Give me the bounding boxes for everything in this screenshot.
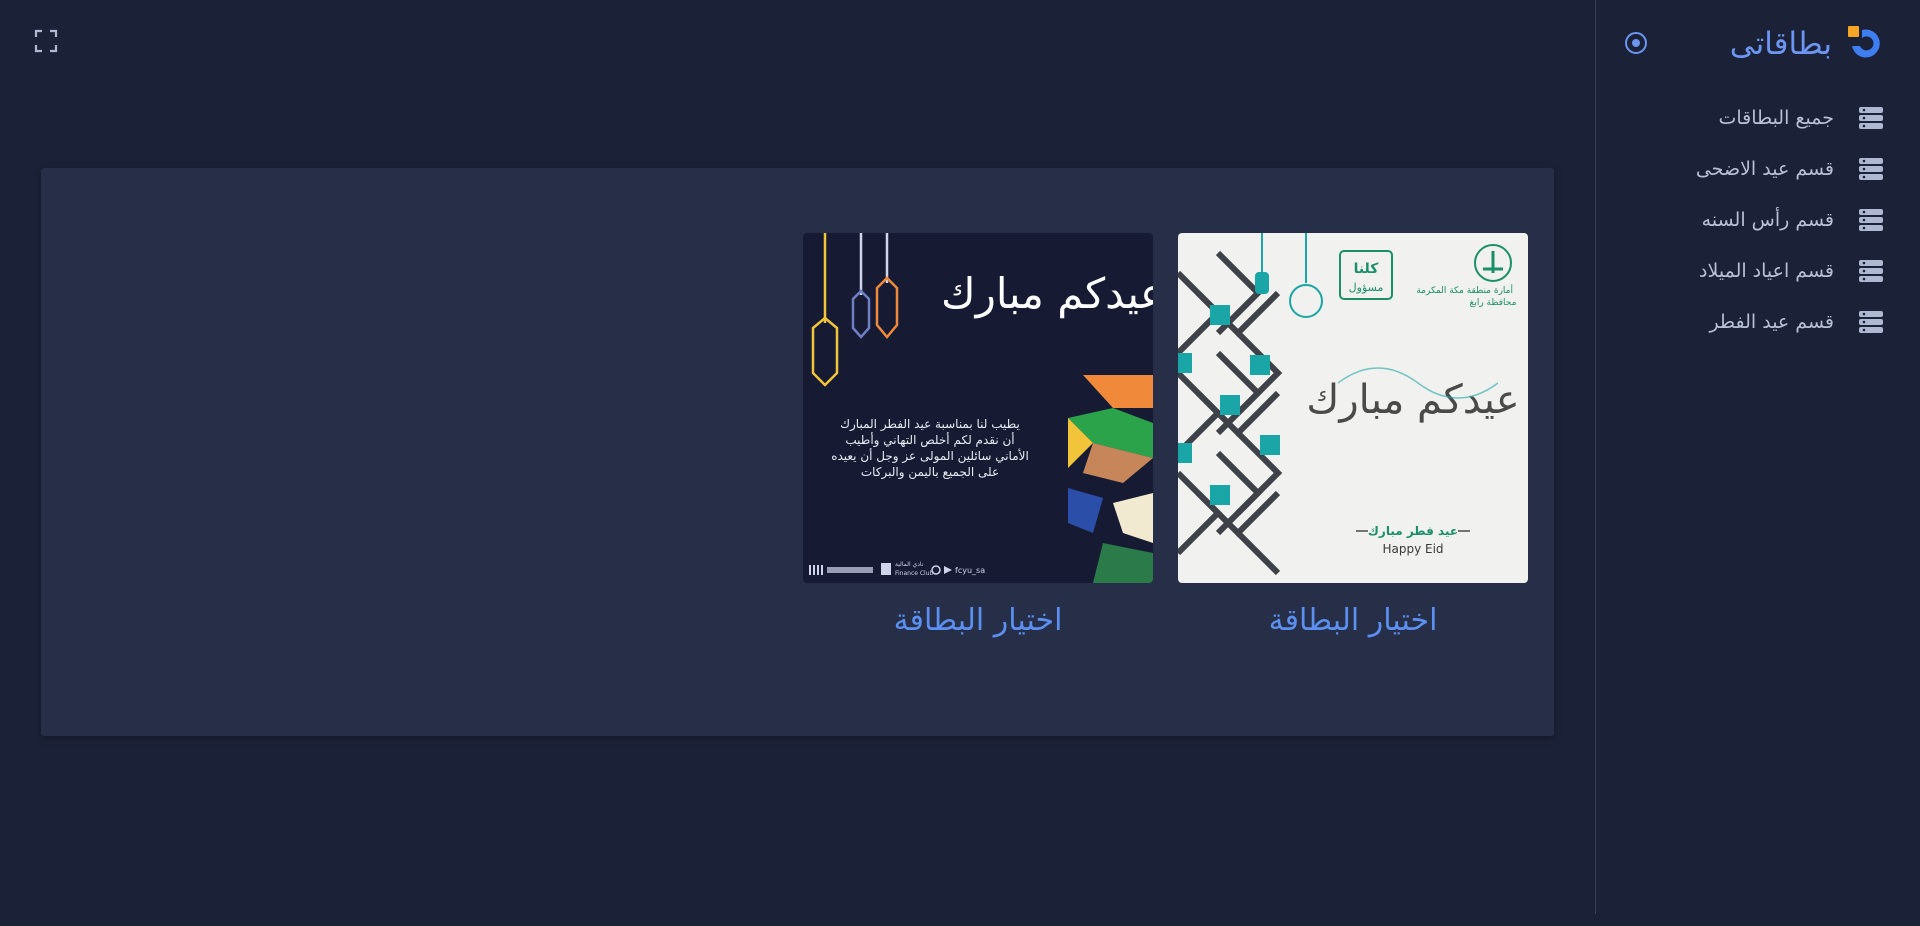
svg-text:نادي المالية: نادي المالية — [895, 561, 924, 568]
card-image[interactable]: عيدكم مبارك يطيب لنا بمناسبة عيد الفطر ا… — [803, 233, 1153, 583]
brand-logo-icon — [1848, 26, 1880, 58]
card-image[interactable]: أمارة منطقة مكة المكرمة محافظة رابغ كلنا… — [1178, 233, 1528, 583]
card-footer-club: Finance Club — [895, 570, 934, 577]
card-line-3: الأماني سائلين المولى عز وجل أن يعيده — [831, 448, 1029, 464]
select-card-button[interactable]: اختيار البطاقة — [803, 603, 1153, 638]
card-greeting: عيدكم مبارك — [941, 269, 1153, 319]
cards-panel: أمارة منطقة مكة المكرمة محافظة رابغ كلنا… — [41, 168, 1554, 736]
sidebar-item-label: جميع البطاقات — [1718, 106, 1834, 129]
card-footer-handle: fcyu_sa — [955, 566, 985, 575]
card-org-line2: محافظة رابغ — [1470, 298, 1517, 308]
card-greeting: عيدكم مبارك — [1306, 377, 1519, 423]
sidebar-item-label: قسم اعياد الميلاد — [1699, 259, 1834, 282]
sidebar-item-new-year[interactable]: قسم رأس السنه — [1596, 194, 1920, 245]
sidebar-item-label: قسم رأس السنه — [1701, 208, 1834, 231]
brand[interactable]: بطاقاتى — [1730, 24, 1884, 64]
sidebar-item-eid-adha[interactable]: قسم عيد الاضحى — [1596, 143, 1920, 194]
server-icon — [1859, 259, 1883, 282]
card-line-1: يطيب لنا بمناسبة عيد الفطر المبارك — [840, 417, 1020, 432]
sidebar-item-birthdays[interactable]: قسم اعياد الميلاد — [1596, 245, 1920, 296]
server-icon — [1859, 208, 1883, 231]
card: عيدكم مبارك يطيب لنا بمناسبة عيد الفطر ا… — [803, 233, 1153, 638]
sidebar: بطاقاتى جميع البطاقات قسم عيد الاضحى قسم… — [1595, 0, 1920, 914]
card-badge-line2: مسؤول — [1349, 281, 1384, 294]
select-card-button[interactable]: اختيار البطاقة — [1178, 603, 1528, 638]
card-line-4: على الجميع باليمن والبركات — [861, 465, 999, 480]
server-icon — [1859, 106, 1883, 129]
sidebar-item-label: قسم عيد الاضحى — [1695, 157, 1834, 180]
server-icon — [1859, 310, 1883, 333]
card-subtitle-en: Happy Eid — [1382, 542, 1443, 556]
fullscreen-icon[interactable] — [34, 29, 58, 53]
card-subtitle-ar: عيد فطر مبارك — [1368, 524, 1458, 538]
server-icon — [1859, 157, 1883, 180]
sidebar-item-eid-fitr[interactable]: قسم عيد الفطر — [1596, 296, 1920, 347]
card: أمارة منطقة مكة المكرمة محافظة رابغ كلنا… — [1178, 233, 1528, 638]
sidebar-item-all-cards[interactable]: جميع البطاقات — [1596, 92, 1920, 143]
card-line-2: أن نقدم لكم أخلص التهاني وأطيب — [845, 432, 1014, 448]
brand-name: بطاقاتى — [1729, 26, 1832, 62]
sidebar-nav: جميع البطاقات قسم عيد الاضحى قسم رأس الس… — [1596, 92, 1920, 347]
sidebar-item-label: قسم عيد الفطر — [1709, 310, 1834, 333]
sidebar-toggle-icon[interactable] — [1624, 31, 1648, 55]
card-org-line1: أمارة منطقة مكة المكرمة — [1416, 284, 1513, 296]
card-badge-line1: كلنا — [1354, 261, 1380, 277]
